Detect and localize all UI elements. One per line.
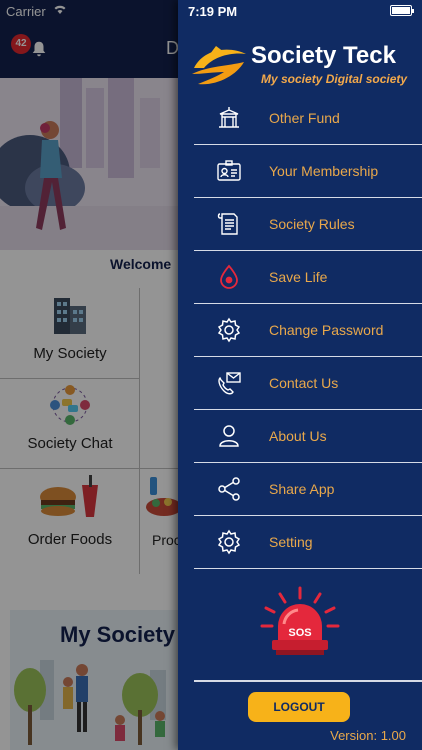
menu-item-label: Change Password <box>269 322 384 338</box>
battery-icon <box>390 5 414 16</box>
brand-tagline: My society Digital society <box>261 72 408 86</box>
contact-icon <box>218 372 241 395</box>
sos-alarm-button[interactable]: SOS <box>258 586 342 660</box>
divider <box>194 680 422 682</box>
temple-icon <box>219 107 239 128</box>
sos-label: SOS <box>288 627 311 639</box>
document-icon <box>217 213 238 235</box>
menu-item-your-membership[interactable]: Your Membership <box>194 145 422 198</box>
id-card-icon <box>217 160 241 181</box>
gear-icon <box>217 317 241 343</box>
menu-item-label: Save Life <box>269 269 328 285</box>
menu-item-label: Your Membership <box>269 163 379 179</box>
menu-item-label: Other Fund <box>269 110 340 126</box>
menu-item-other-fund[interactable]: Other Fund <box>194 92 422 145</box>
status-time: 7:19 PM <box>188 4 238 19</box>
drawer-menu: Other Fund Your Membership Society Rules… <box>194 92 422 569</box>
menu-item-label: Share App <box>269 481 335 497</box>
menu-item-setting[interactable]: Setting <box>194 516 422 569</box>
menu-item-label: About Us <box>269 428 327 444</box>
menu-item-share-app[interactable]: Share App <box>194 463 422 516</box>
share-icon <box>218 477 240 501</box>
menu-item-label: Setting <box>269 534 313 550</box>
menu-item-save-life[interactable]: Save Life <box>194 251 422 304</box>
menu-item-change-password[interactable]: Change Password <box>194 304 422 357</box>
menu-item-contact-us[interactable]: Contact Us <box>194 357 422 410</box>
logout-button[interactable]: LOGOUT <box>248 692 350 722</box>
society-teck-logo <box>192 46 246 85</box>
brand-name: Society Teck <box>251 42 396 69</box>
menu-item-label: Society Rules <box>269 216 355 232</box>
menu-item-society-rules[interactable]: Society Rules <box>194 198 422 251</box>
menu-item-label: Contact Us <box>269 375 339 391</box>
settings-icon <box>217 529 241 555</box>
version-label: Version: 1.00 <box>330 728 406 743</box>
menu-item-about-us[interactable]: About Us <box>194 410 422 463</box>
blood-drop-icon <box>220 264 238 289</box>
person-icon <box>219 425 239 447</box>
side-drawer: 7:19 PM Society Teck My society Digital … <box>178 0 422 750</box>
